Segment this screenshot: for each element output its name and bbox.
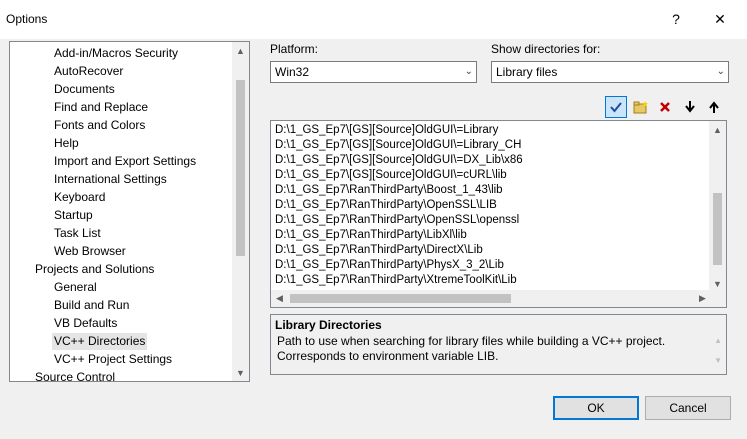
ok-button[interactable]: OK bbox=[553, 396, 639, 420]
scroll-down-icon[interactable]: ▼ bbox=[232, 364, 249, 381]
tree-item[interactable]: Documents bbox=[52, 81, 117, 98]
directory-row[interactable]: D:\1_GS_Ep7\[GS][Source]OldGUI\=Library_… bbox=[275, 138, 521, 153]
tree-item[interactable]: Fonts and Colors bbox=[52, 117, 147, 134]
tree-item[interactable]: International Settings bbox=[52, 171, 169, 188]
check-icon[interactable] bbox=[605, 96, 627, 118]
show-directories-value: Library files bbox=[496, 65, 558, 79]
directory-row[interactable]: D:\1_GS_Ep7\RanThirdParty\OpenSSL\LIB bbox=[275, 198, 497, 213]
scroll-corner bbox=[709, 290, 726, 307]
tree-item[interactable]: Source Control bbox=[33, 369, 117, 381]
tree-item[interactable]: Find and Replace bbox=[52, 99, 150, 116]
tree-item[interactable]: Projects and Solutions bbox=[33, 261, 156, 278]
cancel-button[interactable]: Cancel bbox=[645, 396, 731, 420]
chevron-down-icon: ⌄ bbox=[716, 66, 725, 77]
description-text: Path to use when searching for library f… bbox=[277, 334, 666, 363]
tree-item[interactable]: AutoRecover bbox=[52, 63, 125, 80]
platform-value: Win32 bbox=[275, 65, 310, 79]
tree-item[interactable]: Help bbox=[52, 135, 81, 152]
scroll-up-icon[interactable]: ▲ bbox=[709, 121, 726, 138]
scroll-left-icon[interactable]: ◀ bbox=[271, 290, 288, 307]
directory-list[interactable]: D:\1_GS_Ep7\RanThirdParty\XtremeToolKit\… bbox=[270, 120, 727, 308]
tree-item[interactable]: Task List bbox=[52, 225, 103, 242]
title-bar: Options ? ✕ bbox=[0, 0, 747, 39]
scroll-thumb[interactable] bbox=[713, 193, 722, 265]
tree-item[interactable]: General bbox=[52, 279, 99, 296]
tree-item[interactable]: Build and Run bbox=[52, 297, 131, 314]
tree-item[interactable]: VC++ Directories bbox=[52, 333, 148, 350]
description-scroll-icon: ▲ ▼ bbox=[714, 336, 722, 365]
platform-select[interactable]: Win32 ⌄ bbox=[270, 61, 477, 83]
window-title: Options bbox=[6, 12, 48, 26]
help-button[interactable]: ? bbox=[659, 4, 693, 34]
chevron-down-icon: ⌄ bbox=[464, 66, 473, 77]
tree-item[interactable]: Import and Export Settings bbox=[52, 153, 198, 170]
tree-item[interactable]: Keyboard bbox=[52, 189, 107, 206]
tree-item[interactable]: Add-in/Macros Security bbox=[52, 45, 180, 62]
directory-row[interactable]: D:\1_GS_Ep7\[GS][Source]OldGUI\=cURL\lib bbox=[275, 168, 507, 183]
directory-row[interactable]: D:\1_GS_Ep7\RanThirdParty\OpenSSL\openss… bbox=[275, 213, 519, 228]
close-button[interactable]: ✕ bbox=[703, 4, 737, 34]
directory-row[interactable]: D:\1_GS_Ep7\RanThirdParty\DirectX\Lib bbox=[275, 243, 483, 258]
scroll-thumb[interactable] bbox=[236, 80, 245, 256]
move-down-icon[interactable] bbox=[679, 96, 701, 118]
scroll-thumb[interactable] bbox=[290, 294, 511, 303]
directory-row[interactable]: D:\1_GS_Ep7\RanThirdParty\XtremeToolKit\… bbox=[275, 273, 517, 288]
directory-row[interactable]: D:\1_GS_Ep7\[GS][Source]OldGUI\=Library bbox=[275, 123, 498, 138]
new-folder-icon[interactable] bbox=[630, 96, 652, 118]
description-title: Library Directories bbox=[275, 318, 382, 332]
delete-icon[interactable] bbox=[654, 96, 676, 118]
list-vscrollbar[interactable]: ▲ ▼ bbox=[709, 121, 726, 292]
options-tree[interactable]: Source Control VC++ Project Settings VC++ … bbox=[9, 41, 250, 382]
show-directories-select[interactable]: Library files ⌄ bbox=[491, 61, 729, 83]
show-directories-label: Show directories for: bbox=[491, 42, 601, 56]
platform-label: Platform: bbox=[270, 42, 319, 56]
directory-row[interactable]: D:\1_GS_Ep7\RanThirdParty\LibXl\lib bbox=[275, 228, 467, 243]
list-hscrollbar[interactable]: ◀ ▶ bbox=[271, 290, 711, 307]
directory-row[interactable]: D:\1_GS_Ep7\[GS][Source]OldGUI\=DX_Lib\x… bbox=[275, 153, 523, 168]
description-panel: Library Directories Path to use when sea… bbox=[270, 314, 727, 375]
directory-row[interactable]: D:\1_GS_Ep7\RanThirdParty\Boost_1_43\lib bbox=[275, 183, 503, 198]
scroll-up-icon[interactable]: ▲ bbox=[232, 42, 249, 59]
tree-item[interactable]: VB Defaults bbox=[52, 315, 119, 332]
directory-row[interactable]: D:\1_GS_Ep7\RanThirdParty\PhysX_3_2\Lib bbox=[275, 258, 504, 273]
move-up-icon[interactable] bbox=[703, 96, 725, 118]
tree-scrollbar[interactable]: ▲ ▼ bbox=[232, 42, 249, 381]
tree-item[interactable]: VC++ Project Settings bbox=[52, 351, 174, 368]
tree-item[interactable]: Startup bbox=[52, 207, 95, 224]
tree-item[interactable]: Web Browser bbox=[52, 243, 128, 260]
